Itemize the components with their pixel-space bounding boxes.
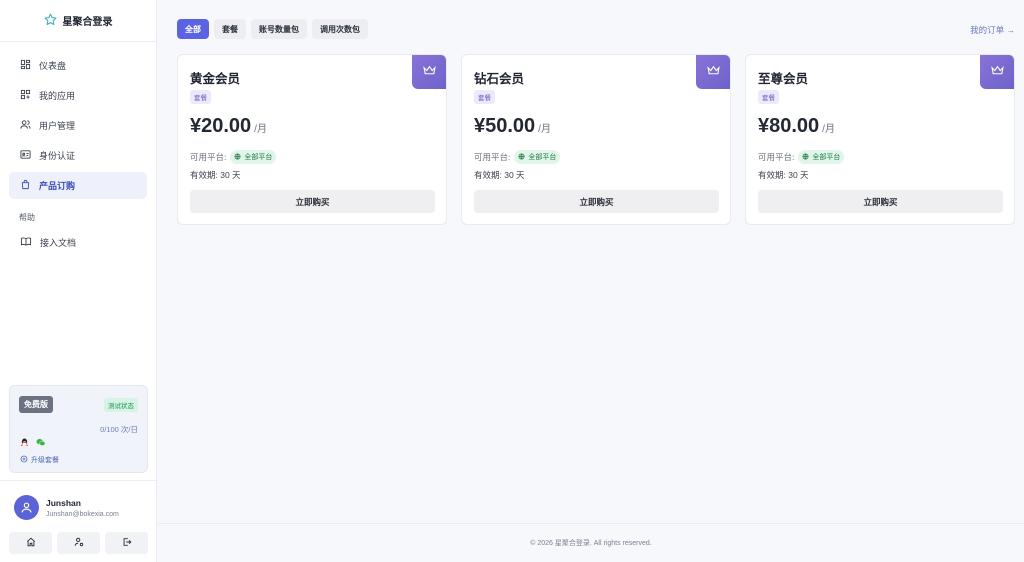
platform-row: 可用平台: 全部平台 bbox=[474, 150, 561, 164]
sidebar-item-users[interactable]: 用户管理 bbox=[9, 112, 147, 139]
plan-badge: 免费版 bbox=[19, 396, 53, 413]
sidebar-item-identity[interactable]: 身份认证 bbox=[9, 142, 147, 169]
id-card-icon bbox=[20, 149, 31, 162]
plan-card: 免费版 测试状态 0/100 次/日 升级套餐 bbox=[9, 385, 148, 473]
main-content: 全部 套餐 账号数量包 调用次数包 我的订单 → 黄金会员 套餐 ¥20.00 … bbox=[158, 0, 1024, 562]
validity: 有效期: 30 天 bbox=[190, 170, 241, 180]
price-unit: /月 bbox=[254, 124, 267, 135]
brand-title: 星聚合登录 bbox=[62, 17, 113, 28]
globe-icon bbox=[518, 153, 525, 162]
card-title: 黄金会员 bbox=[190, 72, 241, 86]
my-orders-link[interactable]: 我的订单 → bbox=[970, 24, 1015, 36]
price-value: ¥80.00 bbox=[758, 115, 820, 137]
crown-icon bbox=[990, 65, 1004, 79]
buy-now-button[interactable]: 立即购买 bbox=[190, 190, 435, 213]
product-card-diamond: 钻石会员 套餐 ¥50.00 /月 可用平台: 全部平台 有效期: 30 天 立… bbox=[461, 54, 731, 225]
sidebar-item-label: 接入文档 bbox=[40, 238, 77, 248]
platform-badge: 全部平台 bbox=[514, 150, 561, 164]
users-icon bbox=[20, 119, 31, 132]
platform-row: 可用平台: 全部平台 bbox=[758, 150, 845, 164]
price-value: ¥20.00 bbox=[190, 115, 252, 137]
usage-text: 0/100 次/日 bbox=[100, 425, 138, 434]
social-icons bbox=[20, 438, 46, 451]
sidebar-item-label: 身份认证 bbox=[39, 151, 76, 161]
plus-circle-icon bbox=[20, 455, 28, 465]
star-logo-icon bbox=[44, 13, 57, 29]
price: ¥80.00 /月 bbox=[758, 115, 835, 138]
validity: 有效期: 30 天 bbox=[474, 170, 525, 180]
card-title: 至尊会员 bbox=[758, 72, 809, 86]
crown-badge bbox=[412, 55, 446, 89]
sidebar-item-label: 仪表盘 bbox=[39, 61, 67, 71]
brand[interactable]: 星聚合登录 bbox=[0, 0, 156, 42]
product-card-supreme: 至尊会员 套餐 ¥80.00 /月 可用平台: 全部平台 有效期: 30 天 立… bbox=[745, 54, 1015, 225]
validity: 有效期: 30 天 bbox=[758, 170, 809, 180]
crown-icon bbox=[706, 65, 720, 79]
help-section-title: 帮助 bbox=[19, 213, 35, 222]
platform-label: 可用平台: bbox=[190, 152, 227, 162]
tab-package[interactable]: 套餐 bbox=[214, 19, 246, 39]
platform-value: 全部平台 bbox=[812, 154, 841, 161]
globe-icon bbox=[234, 153, 241, 162]
home-button[interactable] bbox=[9, 532, 52, 554]
sidebar-item-docs[interactable]: 接入文档 bbox=[9, 229, 147, 256]
platform-badge: 全部平台 bbox=[230, 150, 277, 164]
logout-button[interactable] bbox=[105, 532, 148, 554]
user-settings-icon bbox=[74, 537, 84, 550]
platform-value: 全部平台 bbox=[528, 154, 557, 161]
crown-badge bbox=[696, 55, 730, 89]
platform-label: 可用平台: bbox=[474, 152, 511, 162]
crown-icon bbox=[422, 65, 436, 79]
qq-icon[interactable] bbox=[20, 438, 29, 451]
sidebar: 星聚合登录 仪表盘 我的应用 用户管理 身份认证 产品订购 帮助 接入文档 免费… bbox=[0, 0, 157, 562]
status-badge: 测试状态 bbox=[104, 398, 138, 412]
upgrade-link[interactable]: 升级套餐 bbox=[20, 455, 59, 465]
platform-label: 可用平台: bbox=[758, 152, 795, 162]
tab-account-pack[interactable]: 账号数量包 bbox=[251, 19, 307, 39]
platform-badge: 全部平台 bbox=[798, 150, 845, 164]
sidebar-item-label: 我的应用 bbox=[39, 91, 76, 101]
avatar bbox=[14, 495, 39, 520]
logout-icon bbox=[122, 537, 132, 550]
platform-row: 可用平台: 全部平台 bbox=[190, 150, 277, 164]
product-card-gold: 黄金会员 套餐 ¥20.00 /月 可用平台: 全部平台 有效期: 30 天 立… bbox=[177, 54, 447, 225]
price-unit: /月 bbox=[538, 124, 551, 135]
globe-icon bbox=[802, 153, 809, 162]
package-tag: 套餐 bbox=[474, 90, 495, 104]
sidebar-item-label: 用户管理 bbox=[39, 121, 76, 131]
bottom-actions bbox=[9, 532, 148, 554]
book-icon bbox=[20, 236, 32, 249]
card-title: 钻石会员 bbox=[474, 72, 525, 86]
sidebar-item-my-apps[interactable]: 我的应用 bbox=[9, 82, 147, 109]
buy-now-button[interactable]: 立即购买 bbox=[758, 190, 1003, 213]
user-email: Junshan@bokexia.com bbox=[46, 511, 119, 518]
footer: © 2026 星聚合登录. All rights reserved. bbox=[158, 523, 1024, 562]
copyright-text: © 2026 星聚合登录. All rights reserved. bbox=[530, 540, 652, 547]
package-tag: 套餐 bbox=[758, 90, 779, 104]
sidebar-item-products[interactable]: 产品订购 bbox=[9, 172, 147, 199]
tab-call-pack[interactable]: 调用次数包 bbox=[312, 19, 368, 39]
user-profile[interactable]: Junshan Junshan@bokexia.com bbox=[0, 480, 157, 520]
profile-settings-button[interactable] bbox=[57, 532, 100, 554]
price: ¥20.00 /月 bbox=[190, 115, 267, 138]
apps-icon bbox=[20, 89, 31, 102]
filter-tabs: 全部 套餐 账号数量包 调用次数包 bbox=[177, 19, 368, 39]
shopping-bag-icon bbox=[20, 179, 31, 192]
package-tag: 套餐 bbox=[190, 90, 211, 104]
crown-badge bbox=[980, 55, 1014, 89]
price-unit: /月 bbox=[822, 124, 835, 135]
tab-all[interactable]: 全部 bbox=[177, 19, 209, 39]
wechat-icon[interactable] bbox=[36, 438, 46, 451]
user-name: Junshan bbox=[46, 498, 81, 508]
price: ¥50.00 /月 bbox=[474, 115, 551, 138]
home-icon bbox=[26, 537, 36, 550]
platform-value: 全部平台 bbox=[244, 154, 273, 161]
price-value: ¥50.00 bbox=[474, 115, 536, 137]
dashboard-icon bbox=[20, 59, 31, 72]
buy-now-button[interactable]: 立即购买 bbox=[474, 190, 719, 213]
sidebar-item-dashboard[interactable]: 仪表盘 bbox=[9, 52, 147, 79]
sidebar-item-label: 产品订购 bbox=[39, 181, 76, 191]
sidebar-nav: 仪表盘 我的应用 用户管理 身份认证 产品订购 帮助 接入文档 bbox=[0, 42, 156, 256]
upgrade-label: 升级套餐 bbox=[31, 457, 59, 464]
